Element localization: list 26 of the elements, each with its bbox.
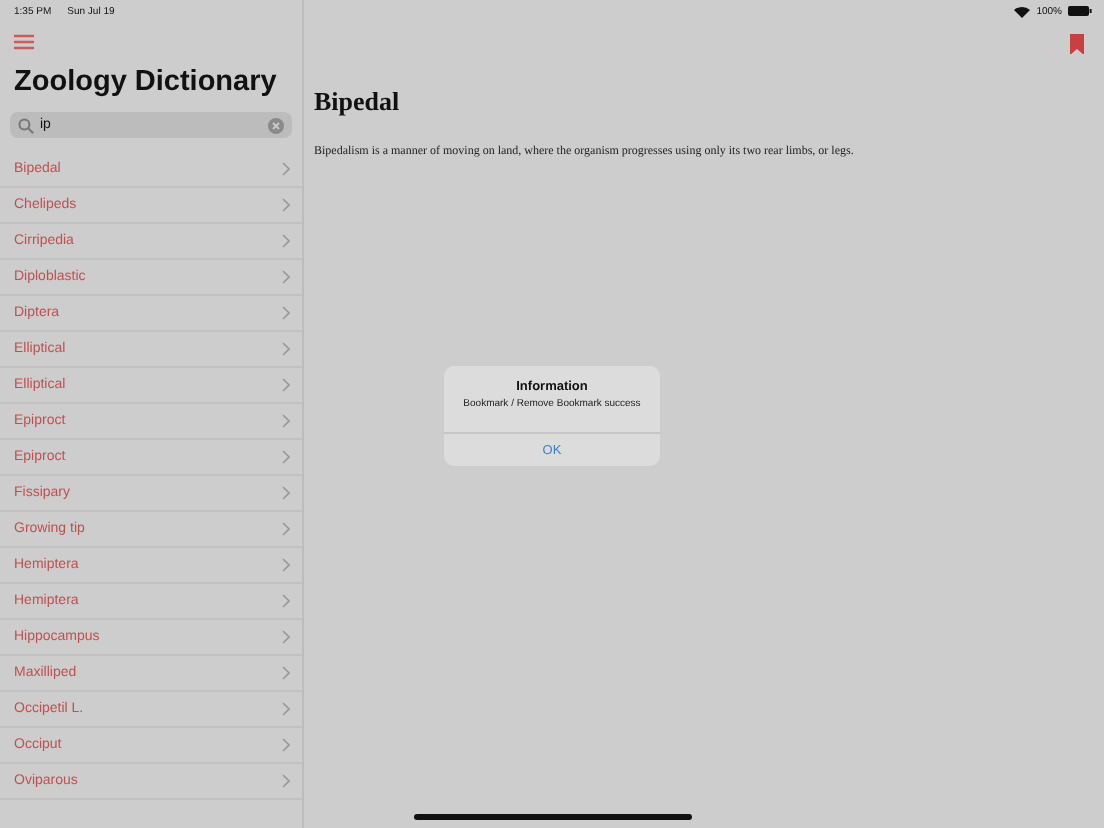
chevron-icon [282, 702, 290, 716]
term-heading: Bipedal [314, 86, 402, 118]
chevron-icon [282, 594, 290, 608]
battery-icon [1068, 6, 1092, 16]
clear-icon[interactable] [268, 117, 284, 133]
wifi-icon [1014, 5, 1031, 17]
chevron-icon [282, 162, 290, 176]
chevron-icon [282, 630, 290, 644]
chevron-icon [282, 522, 290, 536]
chevron-icon [282, 450, 290, 464]
chevron-icon [282, 414, 290, 428]
bookmark-icon[interactable] [1070, 34, 1084, 54]
chevron-icon [282, 486, 290, 500]
chevron-icon [282, 774, 290, 788]
chevron-icon [282, 270, 290, 284]
menu-icon[interactable] [14, 34, 34, 50]
app-title: Zoology Dictionary [14, 66, 279, 98]
chevron-icon [282, 558, 290, 572]
chevron-icon [282, 306, 290, 320]
chevron-icon [282, 378, 290, 392]
chevron-icon [282, 342, 290, 356]
chevron-icon [282, 198, 290, 212]
chevron-icon [282, 666, 290, 680]
chevron-icon [282, 738, 290, 752]
chevron-icon [282, 234, 290, 248]
search-icon [18, 117, 34, 133]
